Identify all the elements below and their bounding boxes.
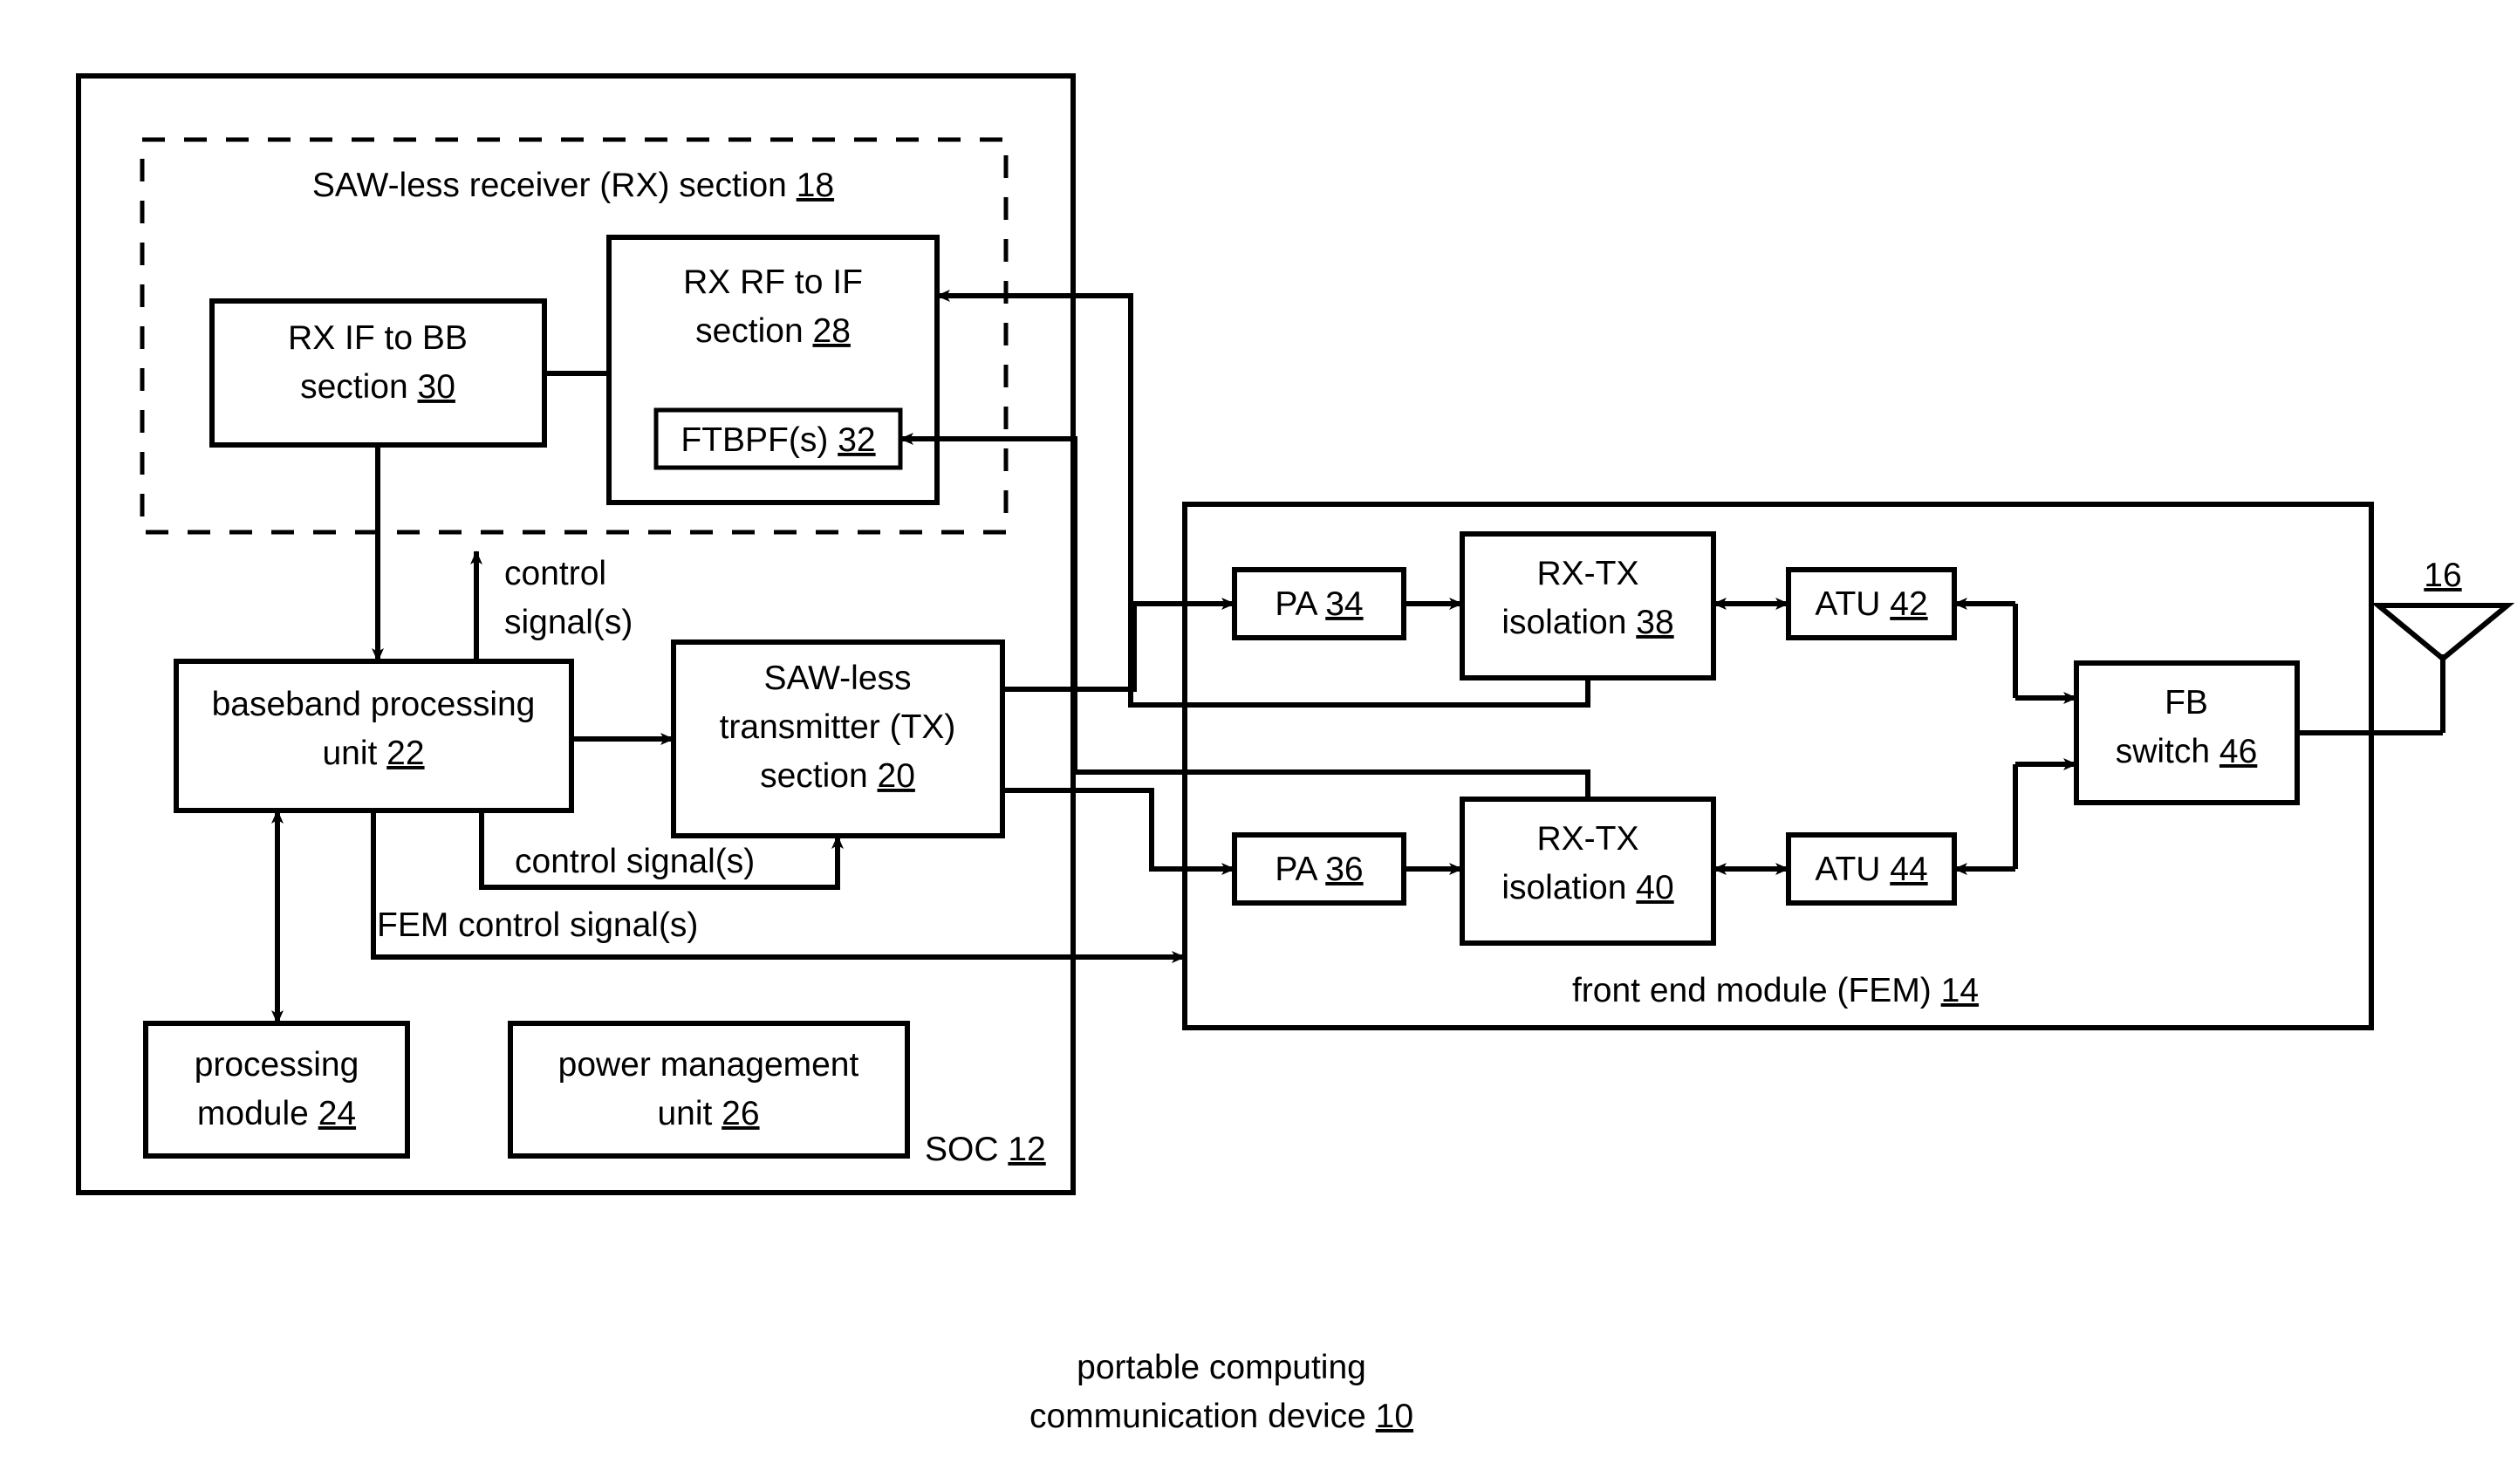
rx-if-to-bb-label-line2: section 30: [300, 368, 455, 406]
transmitter-label-line2: transmitter (TX): [720, 708, 956, 746]
transmitter-label-line3: section 20: [760, 757, 915, 795]
figure-caption-line1: portable computing: [1077, 1349, 1366, 1386]
baseband-label-line2: unit 22: [322, 735, 424, 772]
rx-tx-isolation-38-label-line2: isolation 38: [1501, 604, 1673, 641]
fb-switch-label-line1: FB: [2165, 684, 2208, 721]
ftbpf-label: FTBPF(s) 32: [681, 421, 875, 459]
rx-if-to-bb-label-line1: RX IF to BB: [288, 319, 468, 357]
rx-control-signal-label-line1: control: [504, 555, 606, 592]
figure-caption-line2: communication device 10: [1029, 1398, 1413, 1435]
pa-34-label: PA 34: [1275, 585, 1363, 623]
processing-module-box[interactable]: [143, 1021, 410, 1159]
rx-rf-to-if-label-line1: RX RF to IF: [683, 263, 863, 301]
tx-control-signal-label: control signal(s): [515, 843, 755, 880]
processing-module-label-line1: processing: [195, 1046, 359, 1084]
antenna-icon: [2370, 603, 2515, 662]
fb-switch-label-line2: switch 46: [2116, 733, 2258, 770]
fem-control-signal-label: FEM control signal(s): [377, 906, 698, 944]
power-management-label-line2: unit 26: [657, 1095, 759, 1132]
rx-control-signal-label-line2: signal(s): [504, 604, 633, 641]
rx-tx-isolation-40-label-line1: RX-TX: [1537, 820, 1639, 858]
pa-36-label: PA 36: [1275, 851, 1363, 888]
fem-label: front end module (FEM) 14: [1572, 972, 1979, 1009]
block-diagram: SAW-less receiver (RX) section 18 RX RF …: [76, 73, 2515, 1435]
power-management-label-line1: power management: [558, 1046, 859, 1084]
soc-label: SOC 12: [925, 1131, 1046, 1168]
rx-rf-to-if-label-line2: section 28: [695, 312, 851, 350]
baseband-label-line1: baseband processing: [212, 686, 536, 723]
rx-section-label: SAW-less receiver (RX) section 18: [312, 167, 834, 204]
atu-44-label: ATU 44: [1815, 851, 1927, 888]
antenna-ref-label: 16: [2424, 557, 2461, 594]
atu-42-label: ATU 42: [1815, 585, 1927, 623]
rx-tx-isolation-40-label-line2: isolation 40: [1501, 869, 1673, 906]
rx-tx-isolation-38-label-line1: RX-TX: [1537, 555, 1639, 592]
processing-module-label-line2: module 24: [197, 1095, 356, 1132]
transmitter-label-line1: SAW-less: [763, 660, 911, 697]
patent-figure-canvas: SAW-less receiver (RX) section 18 RX RF …: [0, 0, 2517, 1484]
power-management-box[interactable]: [508, 1021, 910, 1159]
